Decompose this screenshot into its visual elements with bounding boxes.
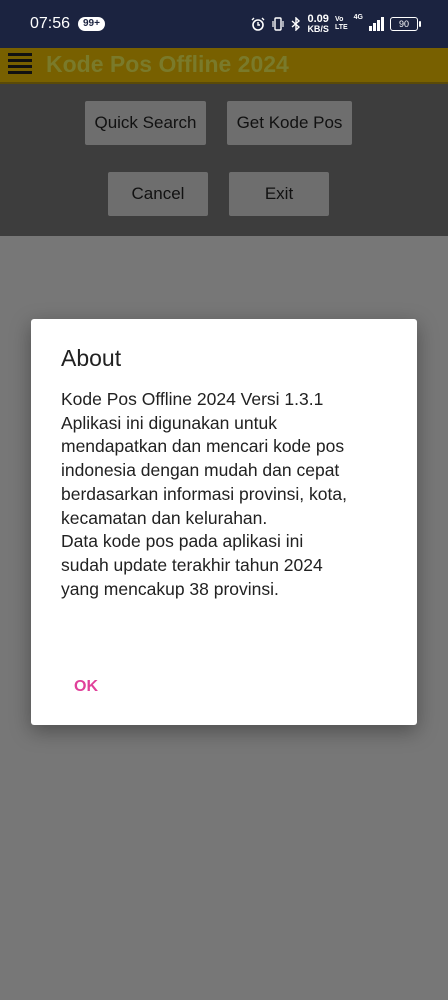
cancel-button[interactable]: Cancel — [108, 172, 208, 216]
dialog-line: Kode Pos Offline 2024 Versi 1.3.1 — [61, 389, 324, 409]
get-kode-pos-button[interactable]: Get Kode Pos — [227, 101, 352, 145]
status-icons: 0.09 KB/S Vo LTE 4G 90 — [251, 14, 421, 34]
volte-top: Vo — [334, 16, 344, 23]
app-title: Kode Pos Offline 2024 — [46, 51, 289, 77]
dialog-line: Data kode pos pada aplikasi ini — [61, 531, 304, 552]
bluetooth-icon — [291, 17, 301, 31]
signal-icon — [369, 17, 384, 31]
net-speed: 0.09 KB/S — [307, 14, 329, 34]
status-bar: 07:56 99+ 0.09 KB/S Vo LTE 4G 90 — [0, 0, 448, 48]
dialog-line: kecamatan dan kelurahan. — [61, 507, 268, 528]
battery-level: 90 — [398, 19, 409, 29]
dialog-line: mendapatkan dan mencari kode pos — [61, 436, 345, 457]
main-content — [0, 84, 448, 236]
vibrate-icon — [272, 17, 285, 31]
dialog-line: Aplikasi ini digunakan untuk — [61, 412, 277, 433]
hamburger-menu-icon[interactable] — [8, 53, 32, 75]
app-toolbar: Kode Pos Offline 2024 — [0, 48, 448, 84]
dialog-line: sudah update terakhir tahun 2024 — [61, 554, 323, 575]
volte-bottom: LTE — [334, 24, 348, 31]
battery-icon: 90 — [390, 17, 421, 31]
notification-badge: 99+ — [78, 17, 105, 31]
dialog-line: yang mencakup 38 provinsi. — [61, 578, 279, 599]
dialog-title: About — [61, 345, 122, 371]
dialog-line: indonesia dengan mudah dan cepat — [61, 460, 340, 481]
volte-indicator: Vo LTE — [335, 16, 348, 32]
network-type: 4G — [353, 14, 363, 21]
alarm-icon — [251, 17, 265, 31]
ok-button[interactable]: OK — [61, 669, 111, 705]
about-dialog: About Kode Pos Offline 2024 Versi 1.3.1 … — [31, 319, 417, 725]
status-time: 07:56 — [30, 15, 71, 32]
net-speed-unit: KB/S — [307, 24, 329, 34]
dialog-line: berdasarkan informasi provinsi, kota, — [61, 483, 347, 504]
dialog-message: Kode Pos Offline 2024 Versi 1.3.1 Aplika… — [61, 388, 401, 601]
quick-search-button[interactable]: Quick Search — [85, 101, 206, 145]
exit-button[interactable]: Exit — [229, 172, 329, 216]
